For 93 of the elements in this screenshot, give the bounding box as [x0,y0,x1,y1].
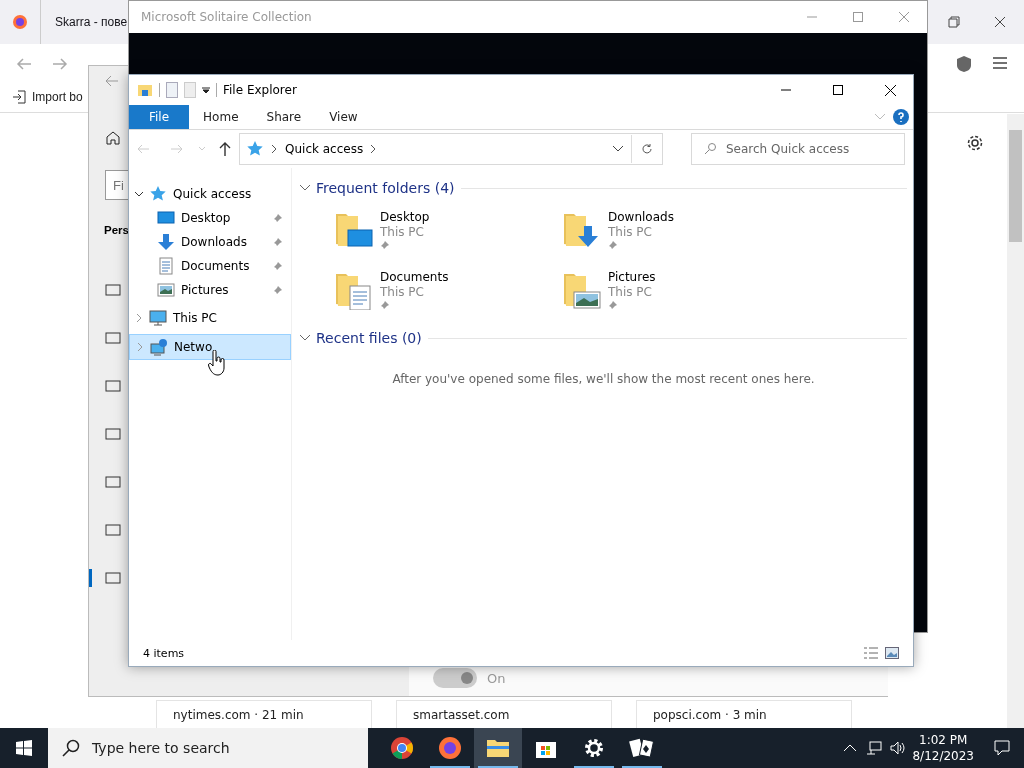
news-card[interactable]: nytimes.com · 21 min [156,700,372,728]
nav-item[interactable]: Pictures [129,278,291,302]
pin-icon [273,285,283,295]
pin-icon [608,240,618,250]
nav-item[interactable]: Quick access [129,182,291,206]
ribbon-tab[interactable]: Home [189,105,253,129]
folder-name[interactable]: Desktop [380,210,430,224]
firefox-icon [438,736,462,760]
home-icon[interactable] [105,130,121,146]
ribbon-tab[interactable]: Share [252,105,316,129]
ribbon-tab[interactable]: View [315,105,372,129]
search-field[interactable]: Search Quick access [691,133,905,165]
nav-item[interactable]: Netwo [129,334,291,360]
browser-logo-icon[interactable] [12,14,28,30]
refresh-icon[interactable] [641,143,653,155]
collapse-icon[interactable] [300,185,310,191]
documents-icon [157,257,175,275]
ribbon-tab[interactable]: File [129,105,190,129]
pin-icon [273,237,283,247]
nav-item[interactable]: Downloads [129,230,291,254]
search-icon [704,143,716,155]
import-icon [12,90,26,104]
folder-location: This PC [380,285,425,299]
collapse-icon[interactable] [300,335,310,341]
toggle-label: On [487,670,506,686]
hand-cursor-icon [208,350,226,376]
window-title: File Explorer [223,83,297,97]
back-icon[interactable] [105,74,119,88]
taskbar-app[interactable] [474,728,522,768]
toggle-switch[interactable] [433,668,477,688]
maximize-icon[interactable] [833,85,843,95]
section-heading[interactable]: Frequent folders (4) [316,180,455,196]
chevron-icon[interactable] [371,145,377,153]
nav-item[interactable]: This PC [129,306,291,330]
search-icon [62,739,80,757]
folder-location: This PC [608,285,653,299]
network-icon[interactable] [866,741,883,755]
star-icon [149,185,167,203]
folder-name[interactable]: Downloads [608,210,674,224]
help-icon[interactable] [893,109,909,125]
downloads-icon [157,233,175,251]
volume-icon[interactable] [890,741,907,755]
collapse-icon[interactable] [135,190,143,198]
folder-icon[interactable] [137,82,153,98]
pin-icon [380,240,390,250]
folder-location: This PC [608,225,653,239]
nav-item[interactable]: Documents [129,254,291,278]
restore-icon[interactable] [948,16,960,28]
scrollbar[interactable] [1007,114,1024,728]
news-card[interactable]: popsci.com · 3 min [636,700,852,728]
clock-date[interactable]: 8/12/2023 [912,748,974,764]
shield-icon[interactable] [956,55,972,73]
nav-item[interactable]: Desktop [129,206,291,230]
desktop-icon [157,209,175,227]
section-heading: Pers [104,224,129,236]
close-icon[interactable] [884,84,896,96]
dropdown-icon[interactable] [613,146,623,152]
settings-icon[interactable] [966,134,984,152]
cards-icon [629,737,655,759]
clock-time[interactable]: 1:02 PM [919,732,968,748]
pin-icon [273,213,283,223]
close-icon[interactable] [994,16,1006,28]
section-heading[interactable]: Recent files (0) [316,330,422,346]
pin-icon [608,300,618,310]
folder-name[interactable]: Pictures [608,270,656,284]
chevron-up-icon[interactable] [844,744,857,752]
star-icon [246,140,264,158]
address-bar[interactable]: Quick access [239,133,663,165]
item-count: 4 items [143,646,185,660]
news-card[interactable]: smartasset.com [396,700,612,728]
pin-icon [380,300,390,310]
bookmark-item[interactable]: Import bo [32,90,83,104]
gear-icon [583,737,605,759]
network-icon [150,338,168,356]
expand-icon[interactable] [135,314,143,322]
chevron-icon[interactable] [272,145,277,153]
chrome-icon [390,736,414,760]
window-title: Microsoft Solitaire Collection [141,10,312,24]
notification-icon[interactable] [994,740,1010,756]
folder-icon [486,737,510,759]
pin-icon [273,261,283,271]
search-field[interactable]: Fi [105,170,129,200]
empty-message: After you've opened some files, we'll show the most recent ones here. [392,372,815,386]
start-icon[interactable] [16,740,32,756]
menu-icon[interactable] [993,57,1007,69]
up-icon[interactable] [219,142,231,156]
folder-name[interactable]: Documents [380,270,449,284]
folder-location: This PC [380,225,425,239]
dropdown-icon[interactable] [202,86,210,94]
computer-icon [149,309,167,327]
pictures-icon [157,281,175,299]
tiles-view-icon[interactable] [885,647,899,659]
taskbar-search-field[interactable]: Type here to search [48,728,368,768]
